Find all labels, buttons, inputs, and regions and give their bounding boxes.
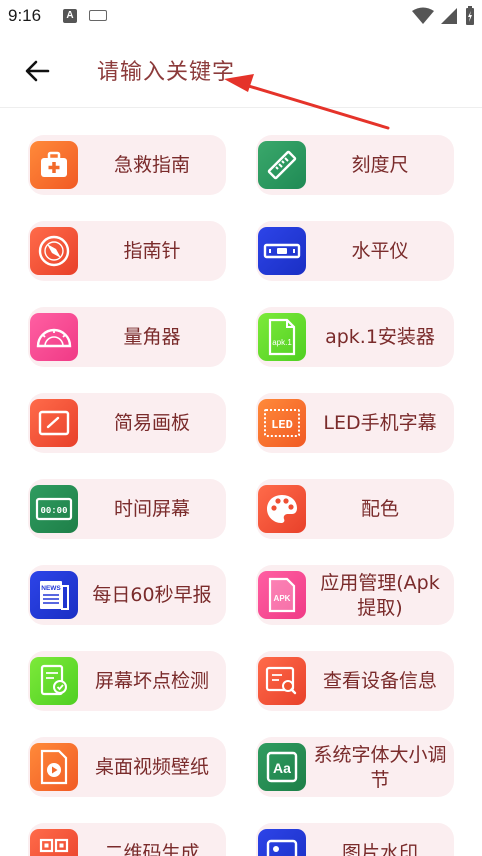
tool-card-label: 图片水印 <box>341 841 418 856</box>
tool-card-label: 屏幕坏点检测 <box>94 669 209 692</box>
first-aid-kit-icon <box>30 141 78 189</box>
image-watermark-icon <box>258 829 306 856</box>
a-notification-icon: A <box>63 9 77 23</box>
search-input[interactable]: 请输入关键字 <box>97 54 235 86</box>
tool-card-first-aid[interactable]: 急救指南 <box>28 135 226 195</box>
back-arrow-icon <box>25 60 50 82</box>
tool-card-label: apk.1安装器 <box>325 325 435 348</box>
tool-card-label: 刻度尺 <box>351 153 409 176</box>
status-bar: 9:16 A <box>0 0 482 34</box>
led-marquee-icon: LED <box>258 399 306 447</box>
keyboard-icon <box>89 10 107 21</box>
signal-icon <box>441 8 457 24</box>
tool-card-drawing-board[interactable]: 简易画板 <box>28 393 226 453</box>
palette-icon <box>258 485 306 533</box>
tool-card-apk-installer[interactable]: apk.1 apk.1安装器 <box>256 307 454 367</box>
tool-card-label: 简易画板 <box>113 411 190 434</box>
newspaper-icon: NEWS <box>30 571 78 619</box>
tool-card-daily-news[interactable]: NEWS 每日60秒早报 <box>28 565 226 625</box>
tool-card-font-size[interactable]: Aa 系统字体大小调节 <box>256 737 454 797</box>
spirit-level-icon <box>258 227 306 275</box>
protractor-icon <box>30 313 78 361</box>
battery-icon <box>466 6 474 25</box>
tool-card-label: 查看设备信息 <box>322 669 437 692</box>
compass-icon <box>30 227 78 275</box>
qr-code-icon <box>30 829 78 856</box>
tool-card-image-watermark[interactable]: 图片水印 <box>256 823 454 856</box>
led-marquee-icon-text: LED <box>271 418 293 432</box>
tool-card-qr-code[interactable]: 二维码生成 <box>28 823 226 856</box>
tool-card-label: 量角器 <box>123 325 181 348</box>
tool-card-label: LED手机字幕 <box>323 411 437 434</box>
tool-card-protractor[interactable]: 量角器 <box>28 307 226 367</box>
tool-card-label: 时间屏幕 <box>113 497 190 520</box>
tool-card-ruler[interactable]: 刻度尺 <box>256 135 454 195</box>
tool-card-video-wallpaper[interactable]: 桌面视频壁纸 <box>28 737 226 797</box>
tool-grid: 急救指南 刻度尺 指南针 水平仪 量角器 apk.1 apk.1安装器 简易画板… <box>0 108 482 856</box>
tool-card-spirit-level[interactable]: 水平仪 <box>256 221 454 281</box>
wifi-icon <box>412 7 434 24</box>
tool-card-clock-screen[interactable]: 00:00 时间屏幕 <box>28 479 226 539</box>
apk-file-icon-text: apk.1 <box>272 338 292 347</box>
tool-card-label: 水平仪 <box>351 239 409 262</box>
tool-card-label: 指南针 <box>123 239 181 262</box>
tool-card-label: 系统字体大小调节 <box>313 744 447 791</box>
drawing-board-icon <box>30 399 78 447</box>
font-size-icon-text: Aa <box>273 760 291 776</box>
device-info-icon <box>258 657 306 705</box>
tool-card-label: 急救指南 <box>113 153 190 176</box>
ruler-icon <box>258 141 306 189</box>
tool-card-label: 桌面视频壁纸 <box>94 755 209 778</box>
tool-card-label: 配色 <box>360 497 399 520</box>
apk-file-icon: apk.1 <box>258 313 306 361</box>
back-button[interactable] <box>20 54 54 88</box>
status-icons <box>412 6 476 26</box>
tool-card-led-marquee[interactable]: LED LED手机字幕 <box>256 393 454 453</box>
newspaper-icon-text: NEWS <box>41 585 61 592</box>
tool-card-compass[interactable]: 指南针 <box>28 221 226 281</box>
font-size-icon: Aa <box>258 743 306 791</box>
tool-card-label: 二维码生成 <box>104 841 200 856</box>
tool-card-palette[interactable]: 配色 <box>256 479 454 539</box>
video-wallpaper-icon <box>30 743 78 791</box>
tool-card-label: 应用管理(Apk提取) <box>320 572 440 619</box>
clock-screen-icon: 00:00 <box>30 485 78 533</box>
clock-screen-icon-text: 00:00 <box>40 506 67 516</box>
screen-check-icon <box>30 657 78 705</box>
tool-card-apk-manager[interactable]: APK 应用管理(Apk提取) <box>256 565 454 625</box>
apk-manager-icon-text: APK <box>274 594 291 603</box>
tool-card-label: 每日60秒早报 <box>92 583 212 606</box>
status-time: 9:16 <box>8 6 42 25</box>
tool-card-device-info[interactable]: 查看设备信息 <box>256 651 454 711</box>
apk-manager-icon: APK <box>258 571 306 619</box>
tool-card-dead-pixel[interactable]: 屏幕坏点检测 <box>28 651 226 711</box>
